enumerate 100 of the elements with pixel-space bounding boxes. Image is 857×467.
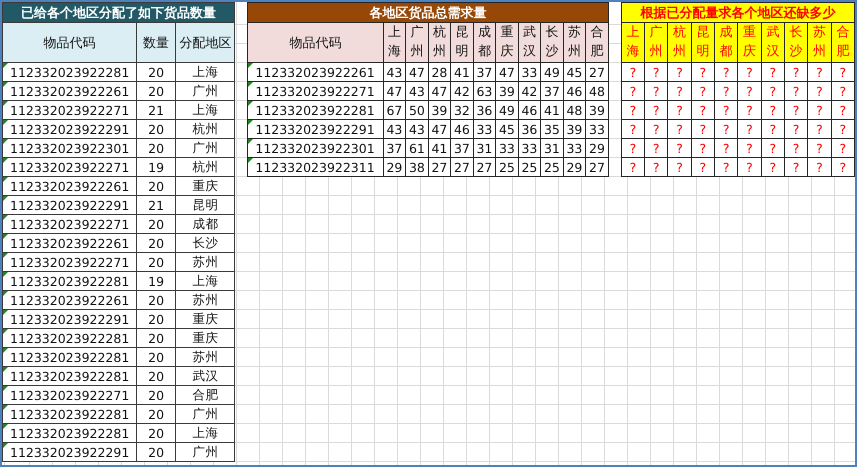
table-cell: 27 [450, 158, 474, 176]
column-header: 杭州 [668, 22, 692, 62]
table-cell: 112332023922281 [2, 424, 137, 442]
column-header: 广州 [406, 22, 428, 62]
table-cell: 39 [586, 100, 608, 120]
table-cell: 45 [563, 62, 586, 82]
table-cell: ? [714, 62, 738, 82]
table-cell: 20 [136, 120, 176, 138]
table-cell: ? [668, 158, 692, 176]
table-cell: 28 [428, 62, 451, 82]
column-header: 武汉 [761, 22, 784, 62]
table-cell: 41 [428, 138, 451, 158]
column-header: 成都 [473, 22, 496, 62]
table-cell: 成都 [176, 214, 235, 234]
table-cell: 27 [586, 62, 608, 82]
table-cell: ? [691, 82, 714, 100]
table-cell: ? [644, 158, 668, 176]
table-cell: 112332023922271 [2, 386, 137, 404]
column-header: 合肥 [586, 22, 608, 62]
column-header: 上海 [621, 22, 645, 62]
table-cell: ? [714, 138, 738, 158]
table-cell: 46 [563, 82, 586, 100]
column-header: 重庆 [738, 22, 762, 62]
table-cell: ? [621, 120, 645, 138]
table-cell: 46 [518, 100, 541, 120]
table-cell: 33 [518, 62, 541, 82]
column-header: 武汉 [518, 22, 541, 62]
table-cell: 上海 [176, 62, 235, 82]
table-cell: 31 [540, 138, 564, 158]
table-cell: 42 [450, 82, 474, 100]
table-cell: ? [808, 82, 832, 100]
table-cell: 112332023922281 [2, 272, 137, 290]
table-cell: 112332023922301 [248, 138, 384, 158]
table-cell: 112332023922261 [2, 176, 137, 196]
table-cell: 合肥 [176, 386, 235, 404]
table-cell: ? [668, 120, 692, 138]
table-cell: 112332023922261 [2, 82, 137, 100]
table-cell: 61 [406, 138, 428, 158]
table-cell: 20 [136, 82, 176, 100]
table-cell: 20 [136, 348, 176, 366]
table-cell: 50 [406, 100, 428, 120]
table-cell: 苏州 [176, 252, 235, 272]
table-cell: 31 [473, 138, 496, 158]
table-cell: ? [831, 138, 854, 158]
table-cell: ? [784, 100, 808, 120]
table-cell: ? [738, 82, 762, 100]
table-cell: 33 [586, 120, 608, 138]
column-header: 苏州 [563, 22, 586, 62]
table-cell: 20 [136, 442, 176, 462]
table-cell: ? [621, 62, 645, 82]
column-header: 广州 [644, 22, 668, 62]
table-cell: ? [738, 62, 762, 82]
table-cell: 重庆 [176, 176, 235, 196]
table-cell: 112332023922291 [248, 120, 384, 138]
table-cell: 杭州 [176, 120, 235, 138]
table-cell: ? [808, 158, 832, 176]
table-cell: 47 [428, 120, 451, 138]
table-cell: ? [808, 138, 832, 158]
table-cell: ? [691, 62, 714, 82]
table-cell: 47 [428, 82, 451, 100]
column-header: 上海 [383, 22, 406, 62]
table-cell: 上海 [176, 100, 235, 120]
table-cell: ? [691, 120, 714, 138]
table-cell: 112332023922311 [248, 158, 384, 176]
table-cell: 112332023922271 [2, 100, 137, 120]
table-title: 已给各个地区分配了如下货品数量 [2, 2, 235, 22]
table-cell: 32 [450, 100, 474, 120]
table-cell: ? [808, 100, 832, 120]
table-cell: 37 [473, 62, 496, 82]
table-cell: ? [668, 138, 692, 158]
table-cell: ? [644, 100, 668, 120]
column-header: 分配地区 [176, 22, 235, 62]
table-cell: ? [761, 82, 784, 100]
column-header: 长沙 [540, 22, 564, 62]
table-cell: 20 [136, 252, 176, 272]
column-header: 杭州 [428, 22, 451, 62]
table-cell: 112332023922261 [2, 234, 137, 252]
table-cell: 67 [383, 100, 406, 120]
column-header: 重庆 [496, 22, 518, 62]
table-cell: 苏州 [176, 348, 235, 366]
table-cell: 25 [518, 158, 541, 176]
table-cell: 20 [136, 386, 176, 404]
table-cell: 112332023922271 [2, 158, 137, 176]
column-header: 成都 [714, 22, 738, 62]
table-cell: 20 [136, 404, 176, 424]
table-cell: 29 [586, 138, 608, 158]
table-cell: 112332023922271 [2, 252, 137, 272]
table-cell: 45 [496, 120, 518, 138]
column-header: 昆明 [450, 22, 474, 62]
table-cell: 112332023922281 [248, 100, 384, 120]
table-cell: 杭州 [176, 158, 235, 176]
table-cell: 20 [136, 310, 176, 328]
table-cell: 47 [383, 82, 406, 100]
table-cell: ? [831, 120, 854, 138]
table-cell: 43 [406, 120, 428, 138]
table-cell: 47 [496, 62, 518, 82]
table-cell: 20 [136, 328, 176, 348]
table-cell: 112332023922281 [2, 348, 137, 366]
table-cell: 33 [518, 138, 541, 158]
table-cell: ? [808, 120, 832, 138]
